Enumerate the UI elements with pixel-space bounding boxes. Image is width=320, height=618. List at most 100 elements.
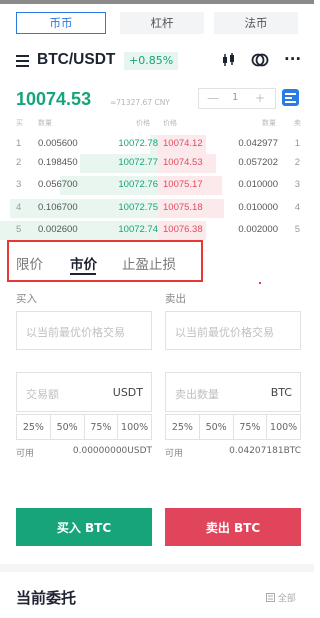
status-bar <box>0 0 314 4</box>
sell-btc-button[interactable]: 卖出 BTC <box>165 508 301 546</box>
orderbook-row[interactable]: 5 0.002600 10072.74 10076.38 0.002000 5 <box>0 221 314 240</box>
buy-amount-placeholder: 交易额 <box>26 388 59 401</box>
bid-qty: 0.198450 <box>38 157 78 168</box>
tab-fiat[interactable]: 法币 <box>214 12 298 34</box>
orderbook-row[interactable]: 4 0.106700 10072.75 10075.18 0.010000 4 <box>0 199 314 218</box>
tab-limit[interactable]: 限价 <box>16 253 43 273</box>
tab-stop[interactable]: 止盈止损 <box>122 253 176 273</box>
buy-pct-50[interactable]: 50% <box>51 415 85 439</box>
bid-qty: 0.005600 <box>38 138 78 149</box>
col-qty: 数量 <box>38 119 52 127</box>
ask-price[interactable]: 10074.12 <box>163 138 203 149</box>
cny-price: ≈71327.67 CNY <box>110 98 170 107</box>
buy-pct-25[interactable]: 25% <box>17 415 51 439</box>
bid-qty: 0.056700 <box>38 179 78 190</box>
sell-pct-50[interactable]: 50% <box>200 415 234 439</box>
buy-amount-input[interactable]: 交易额 USDT <box>16 372 152 412</box>
sell-pct-25[interactable]: 25% <box>166 415 200 439</box>
buy-btc-button[interactable]: 买入 BTC <box>16 508 152 546</box>
row-index: 5 <box>16 224 22 235</box>
precision-stepper[interactable]: — 1 + <box>198 88 276 109</box>
sell-pct-100[interactable]: 100% <box>267 415 300 439</box>
row-index: 4 <box>16 202 22 213</box>
buy-amount-unit: USDT <box>112 386 143 399</box>
row-index: 1 <box>294 138 300 149</box>
buy-pct-100[interactable]: 100% <box>118 415 151 439</box>
row-index: 3 <box>294 179 300 190</box>
ask-qty: 0.010000 <box>238 202 278 213</box>
row-index: 2 <box>16 157 22 168</box>
ask-price[interactable]: 10074.53 <box>163 157 203 168</box>
stepper-value: 1 <box>232 92 239 103</box>
stepper-plus[interactable]: + <box>255 91 265 105</box>
sell-label: 卖出 <box>165 293 186 305</box>
sell-price-placeholder: 以当前最优价格交易 <box>175 326 274 339</box>
orderbook-row[interactable]: 2 0.198450 10072.77 10074.53 0.057202 2 <box>0 154 314 173</box>
buy-percent-selector: 25% 50% 75% 100% <box>16 414 152 440</box>
orderbook-row[interactable]: 1 0.005600 10072.78 10074.12 0.042977 1 <box>0 135 314 154</box>
row-index: 5 <box>294 224 300 235</box>
annotation-dot <box>259 282 261 284</box>
col-ask-qty: 数量 <box>262 119 276 127</box>
stepper-minus[interactable]: — <box>207 91 219 105</box>
col-sell: 卖 <box>294 119 301 127</box>
buy-label: 买入 <box>16 293 37 305</box>
sell-amount-unit: BTC <box>270 386 292 399</box>
col-bid-price: 价格 <box>136 119 150 127</box>
bid-price[interactable]: 10072.74 <box>118 224 158 235</box>
menu-icon[interactable] <box>16 55 30 67</box>
row-index: 3 <box>16 179 22 190</box>
ask-qty: 0.010000 <box>238 179 278 190</box>
sell-available-label: 可用 <box>165 449 184 459</box>
pair-header: BTC/USDT +0.85% ··· <box>16 50 306 74</box>
sell-price-field[interactable]: 以当前最优价格交易 <box>165 311 301 350</box>
last-price: 10074.53 <box>16 89 92 109</box>
buy-price-placeholder: 以当前最优价格交易 <box>26 326 125 339</box>
section-divider <box>0 564 314 572</box>
orderbook-header: 买 数量 价格 价格 数量 卖 <box>0 118 314 129</box>
sell-pct-75[interactable]: 75% <box>234 415 268 439</box>
pair-name[interactable]: BTC/USDT <box>37 51 115 69</box>
row-index: 1 <box>16 138 22 149</box>
kline-chart-icon[interactable] <box>221 52 237 72</box>
row-index: 4 <box>294 202 300 213</box>
bid-qty: 0.002600 <box>38 224 78 235</box>
exchange-icon[interactable] <box>251 52 269 72</box>
all-orders-link[interactable]: 全部 <box>266 591 296 604</box>
ask-qty: 0.042977 <box>238 138 278 149</box>
tab-margin[interactable]: 杠杆 <box>120 12 204 34</box>
depth-view-icon[interactable] <box>282 89 299 106</box>
orderbook-row[interactable]: 3 0.056700 10072.76 10075.17 0.010000 3 <box>0 176 314 195</box>
bid-qty: 0.106700 <box>38 202 78 213</box>
col-buy: 买 <box>16 119 23 127</box>
current-orders-title: 当前委托 <box>16 589 77 607</box>
active-tab-underline <box>70 273 96 275</box>
tab-market[interactable]: 市价 <box>70 253 97 273</box>
row-index: 2 <box>294 157 300 168</box>
sell-available-value: 0.04207181BTC <box>229 446 301 456</box>
list-icon <box>266 593 275 602</box>
bid-price[interactable]: 10072.76 <box>118 179 158 190</box>
ask-price[interactable]: 10075.17 <box>163 179 203 190</box>
bid-price[interactable]: 10072.75 <box>118 202 158 213</box>
change-badge: +0.85% <box>124 52 179 70</box>
col-ask-price: 价格 <box>163 119 177 127</box>
tab-spot[interactable]: 币币 <box>16 12 106 34</box>
sell-amount-input[interactable]: 卖出数量 BTC <box>165 372 301 412</box>
buy-price-field[interactable]: 以当前最优价格交易 <box>16 311 152 350</box>
buy-pct-75[interactable]: 75% <box>85 415 119 439</box>
ask-price[interactable]: 10075.18 <box>163 202 203 213</box>
bid-price[interactable]: 10072.77 <box>118 157 158 168</box>
more-icon[interactable]: ··· <box>284 50 301 68</box>
sell-amount-placeholder: 卖出数量 <box>175 388 219 401</box>
market-tabs: 币币 杠杆 法币 <box>16 12 300 34</box>
ask-qty: 0.002000 <box>238 224 278 235</box>
buy-available-value: 0.00000000USDT <box>72 446 152 456</box>
sell-percent-selector: 25% 50% 75% 100% <box>165 414 301 440</box>
bid-price[interactable]: 10072.78 <box>118 138 158 149</box>
ask-price[interactable]: 10076.38 <box>163 224 203 235</box>
order-type-tabs: 限价 市价 止盈止损 <box>16 253 196 273</box>
all-orders-label: 全部 <box>277 594 296 604</box>
buy-available-label: 可用 <box>16 449 35 459</box>
ask-qty: 0.057202 <box>238 157 278 168</box>
